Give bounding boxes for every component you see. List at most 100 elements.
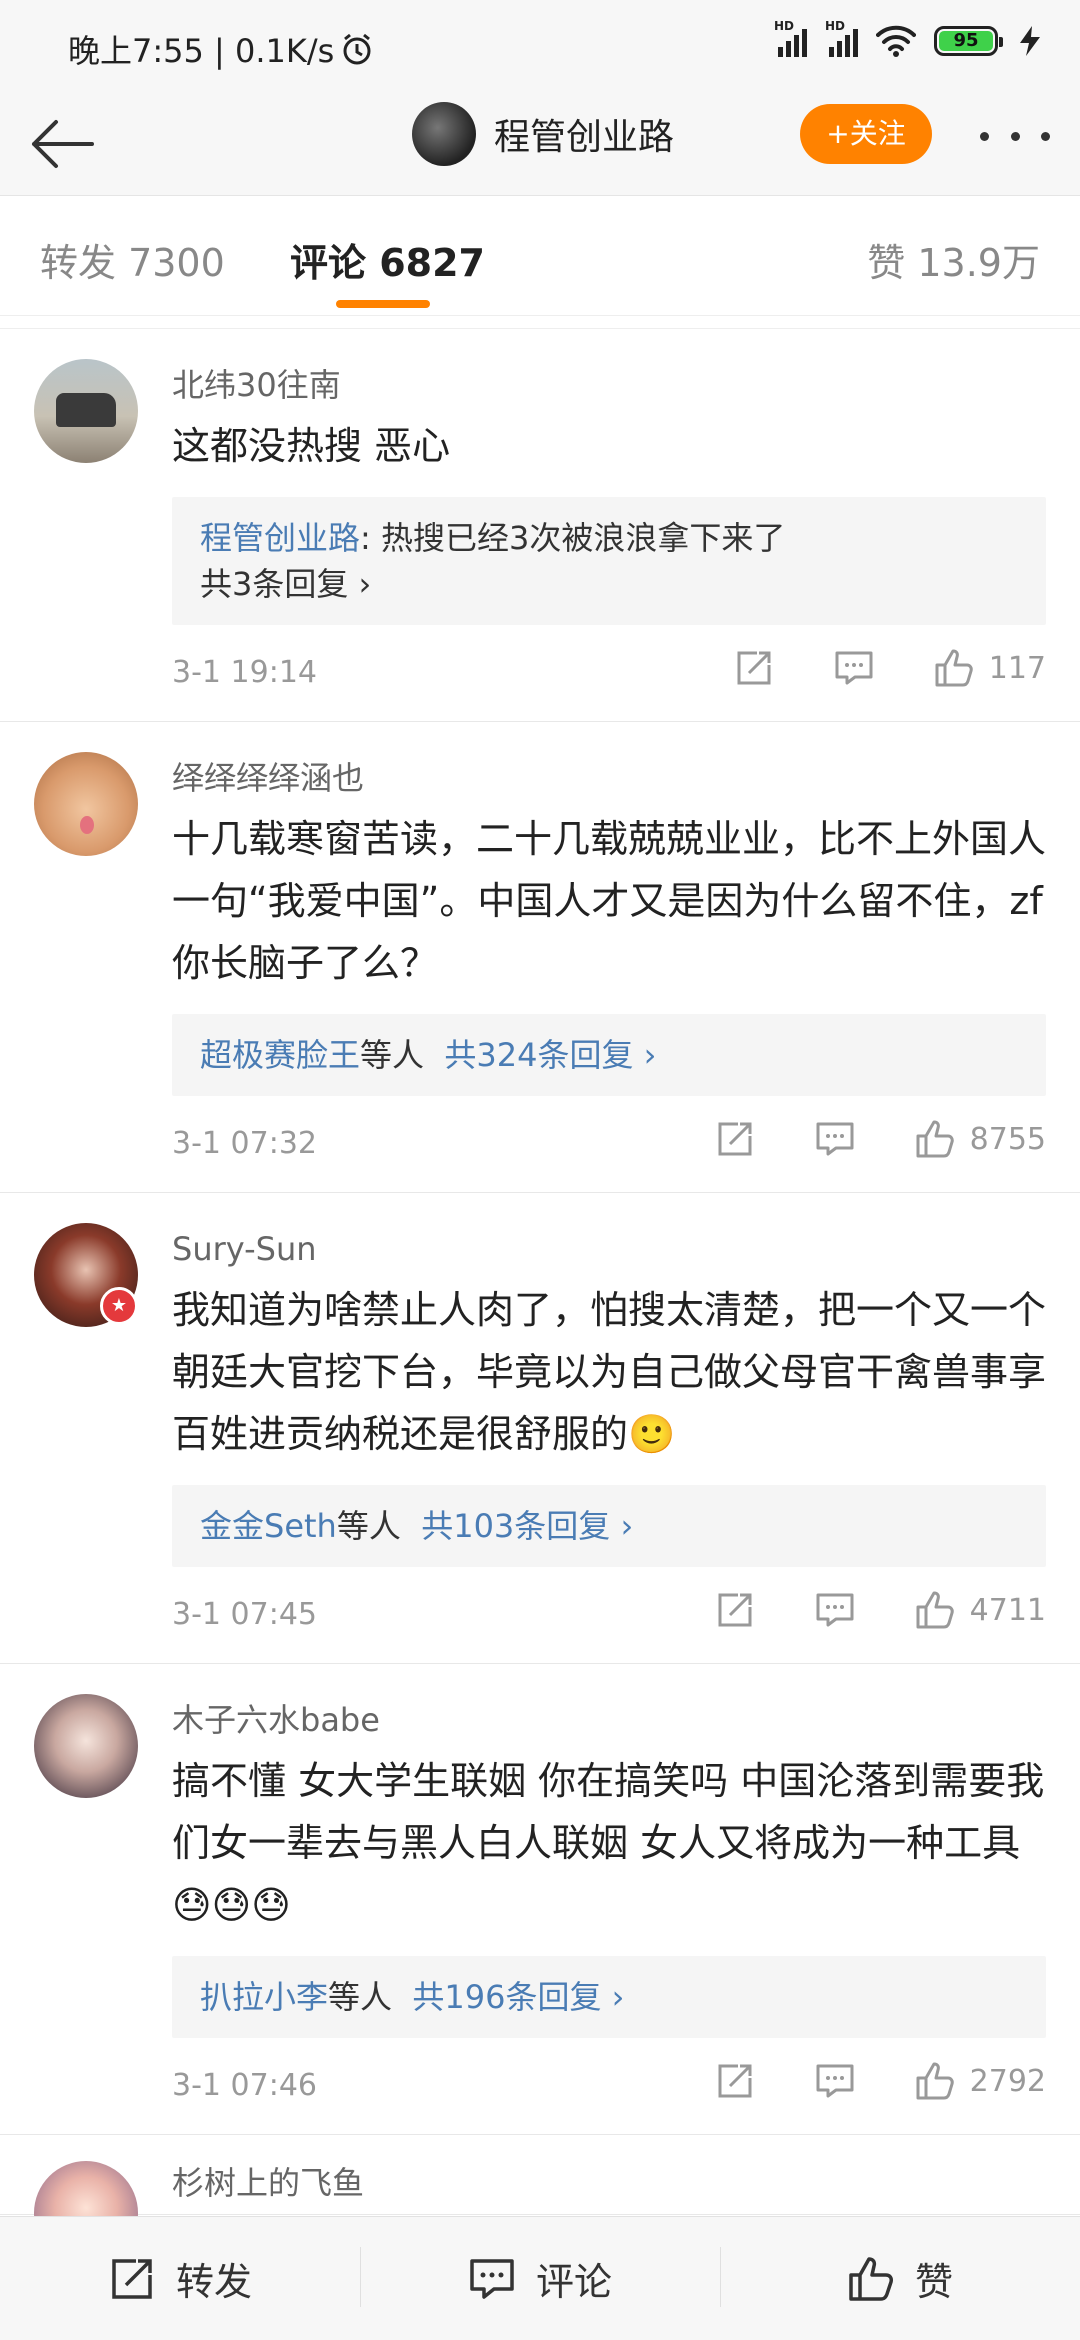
reply-author[interactable]: 程管创业路 — [200, 519, 360, 557]
reply-count-link[interactable]: 共3条回复 › — [200, 561, 1018, 607]
reply-author[interactable]: 扒拉小李 — [200, 1978, 328, 2016]
comment-username[interactable]: 杉树上的飞鱼 — [172, 2135, 1046, 2205]
avatar[interactable] — [34, 2161, 138, 2216]
share-icon — [737, 651, 771, 685]
tab-comments[interactable]: 评论 6827 — [290, 232, 485, 287]
comment-item: 木子六水babe 搞不懂 女大学生联姻 你在搞笑吗 中国沦落到需要我们女一辈去与… — [0, 1664, 1080, 2135]
like-post-button[interactable]: 赞 — [720, 2217, 1080, 2340]
more-options-icon[interactable] — [980, 126, 1050, 146]
reply-others: 等人 — [360, 1036, 425, 1074]
battery-level: 95 — [939, 31, 993, 51]
reply-others: 等人 — [328, 1978, 393, 2016]
like-count: 8755 — [969, 1121, 1046, 1157]
reply-text: : 热搜已经3次被浪浪拿下来了 — [360, 519, 786, 557]
comment-footer: 3-1 07:45 4711 — [172, 1567, 1046, 1663]
hd-label: HD — [774, 19, 795, 33]
status-bar: 晚上7:55 | 0.1K/s HD HD 95 — [0, 0, 1080, 92]
bottom-action-bar: 转发 评论 赞 — [0, 2216, 1080, 2340]
signal-icon-2: HD — [825, 19, 858, 57]
battery-icon: 95 — [934, 26, 1003, 56]
comment-icon — [816, 2064, 854, 2098]
comment-item: 北纬30往南 这都没热搜 恶心 程管创业路: 热搜已经3次被浪浪拿下来了 共3条… — [0, 329, 1080, 722]
like-count: 2792 — [969, 2063, 1046, 2099]
comment-list[interactable]: 北纬30往南 这都没热搜 恶心 程管创业路: 热搜已经3次被浪浪拿下来了 共3条… — [0, 328, 1080, 2216]
thumbs-up-icon — [849, 2256, 893, 2301]
avatar[interactable] — [34, 1694, 138, 1798]
active-tab-indicator — [336, 300, 430, 308]
comment-item: 杉树上的飞鱼 — [0, 2135, 1080, 2216]
reply-button[interactable] — [814, 1118, 856, 1160]
comment-text: 十几载寒窗苦读，二十几载兢兢业业，比不上外国人一句“我爱中国”。中国人才又是因为… — [172, 817, 1047, 985]
follow-button[interactable]: +关注 — [800, 104, 932, 164]
comment-username[interactable]: 木子六水babe — [172, 1664, 1046, 1742]
account-avatar — [412, 102, 476, 166]
comment-time: 3-1 07:32 — [172, 1126, 317, 1161]
reply-count-link[interactable]: 共324条回复 › — [444, 1036, 656, 1074]
reply-author[interactable]: 超极赛脸王 — [200, 1036, 360, 1074]
reply-preview[interactable]: 金金Seth等人 共103条回复 › — [172, 1485, 1046, 1567]
like-label: 赞 — [914, 2260, 953, 2304]
charging-icon — [1020, 26, 1040, 56]
share-button[interactable] — [714, 1118, 756, 1160]
share-button[interactable] — [714, 1589, 756, 1631]
comment-text: 这都没热搜 恶心 — [172, 424, 451, 468]
like-button[interactable]: 117 — [933, 647, 1046, 689]
repost-button[interactable]: 转发 — [0, 2217, 360, 2340]
thumbs-up-icon — [935, 649, 973, 687]
thumbs-up-icon — [916, 2062, 954, 2100]
app-header: 程管创业路 +关注 — [0, 92, 1080, 196]
comment-username[interactable]: Sury-Sun — [172, 1193, 1046, 1271]
reply-button[interactable] — [833, 647, 875, 689]
reply-preview[interactable]: 程管创业路: 热搜已经3次被浪浪拿下来了 共3条回复 › — [172, 497, 1046, 625]
verified-badge-icon: ★ — [100, 1287, 138, 1325]
tab-repost[interactable]: 转发 7300 — [40, 232, 225, 287]
reply-author[interactable]: 金金Seth — [200, 1507, 337, 1545]
comment-icon — [835, 651, 873, 685]
reply-count-link[interactable]: 共196条回复 › — [412, 1978, 624, 2016]
comment-item: 绎绎绎绎涵也 十几载寒窗苦读，二十几载兢兢业业，比不上外国人一句“我爱中国”。中… — [0, 722, 1080, 1193]
reply-preview[interactable]: 扒拉小李等人 共196条回复 › — [172, 1956, 1046, 2038]
wifi-icon — [876, 25, 916, 57]
comment-time: 3-1 19:14 — [172, 655, 317, 690]
comment-text: 搞不懂 女大学生联姻 你在搞笑吗 中国沦落到需要我们女一辈去与黑人白人联姻 女人… — [172, 1759, 1045, 1927]
share-button[interactable] — [714, 2060, 756, 2102]
share-button[interactable] — [733, 647, 775, 689]
like-count: 117 — [988, 650, 1046, 686]
status-time-text: 晚上7:55 | 0.1K/s — [68, 32, 335, 70]
like-count: 4711 — [969, 1592, 1046, 1628]
like-button[interactable]: 8755 — [914, 1118, 1046, 1160]
comment-footer: 3-1 07:32 8755 — [172, 1096, 1046, 1192]
status-time: 晚上7:55 | 0.1K/s — [68, 26, 374, 72]
repost-label: 转发 — [175, 2260, 252, 2304]
signal-icon: HD — [774, 19, 807, 57]
share-icon — [718, 2064, 752, 2098]
reply-button[interactable] — [814, 2060, 856, 2102]
reply-others: 等人 — [336, 1507, 401, 1545]
avatar[interactable] — [34, 359, 138, 463]
comment-text: 我知道为啥禁止人肉了，怕搜太清楚，把一个又一个朝廷大官挖下台，毕竟以为自己做父母… — [172, 1288, 1047, 1456]
comment-icon — [816, 1122, 854, 1156]
thumbs-up-icon — [916, 1591, 954, 1629]
like-button[interactable]: 4711 — [914, 1589, 1046, 1631]
share-icon — [718, 1593, 752, 1627]
comment-username[interactable]: 北纬30往南 — [172, 329, 1046, 407]
avatar[interactable] — [34, 752, 138, 856]
like-button[interactable]: 2792 — [914, 2060, 1046, 2102]
tab-likes[interactable]: 赞 13.9万 — [867, 232, 1040, 287]
comment-icon — [816, 1593, 854, 1627]
comment-time: 3-1 07:45 — [172, 1597, 317, 1632]
reply-button[interactable] — [814, 1589, 856, 1631]
tab-bar: 转发 7300 评论 6827 赞 13.9万 — [0, 196, 1080, 316]
reply-count-link[interactable]: 共103条回复 › — [421, 1507, 633, 1545]
page-title: 程管创业路 — [494, 117, 675, 158]
alarm-icon — [343, 33, 371, 65]
back-arrow-icon[interactable] — [26, 114, 96, 174]
thumbs-up-icon — [916, 1120, 954, 1158]
comment-icon — [470, 2258, 514, 2299]
comment-footer: 3-1 19:14 117 — [172, 625, 1046, 721]
share-icon — [718, 1122, 752, 1156]
comment-username[interactable]: 绎绎绎绎涵也 — [172, 722, 1046, 800]
comment-button[interactable]: 评论 — [360, 2217, 720, 2340]
account-title[interactable]: 程管创业路 — [412, 102, 674, 166]
reply-preview[interactable]: 超极赛脸王等人 共324条回复 › — [172, 1014, 1046, 1096]
